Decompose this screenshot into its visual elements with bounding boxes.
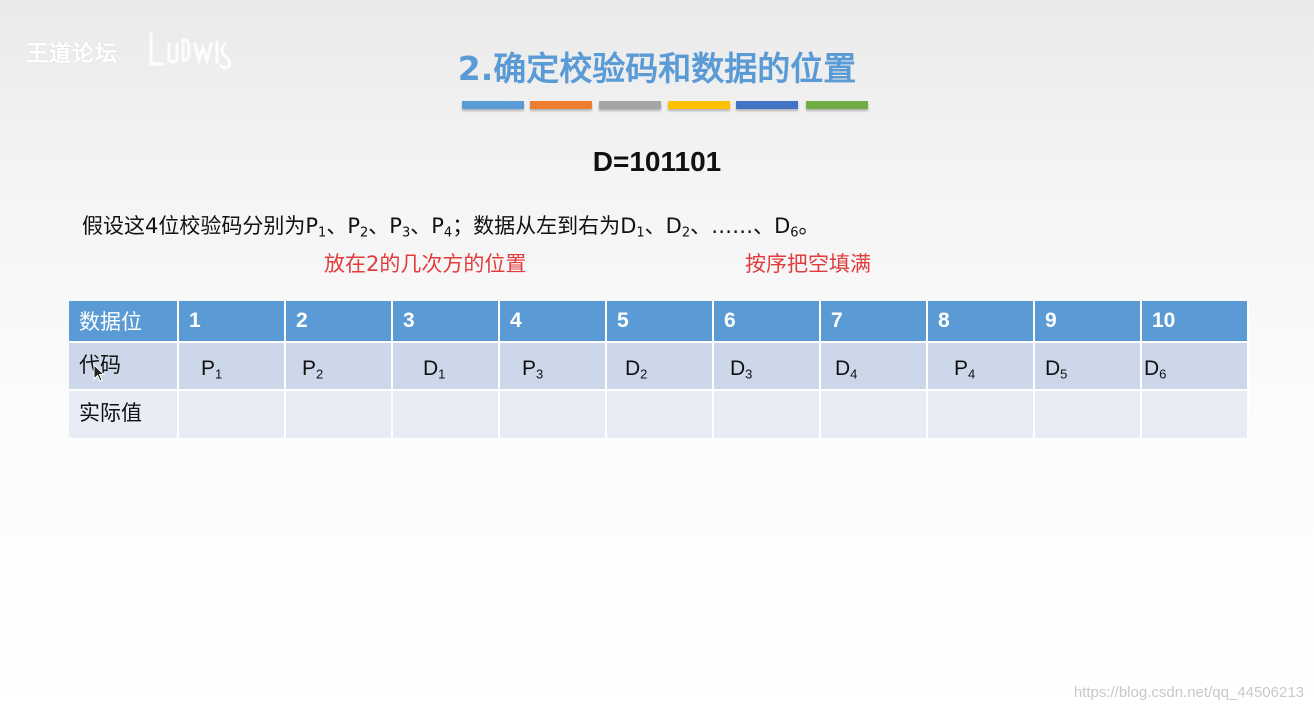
- position-cell: 9: [1034, 301, 1142, 343]
- position-cell: 8: [927, 301, 1035, 343]
- code-letter: D: [423, 356, 439, 380]
- p-letter: P: [347, 214, 360, 238]
- code-cell: D1: [392, 342, 500, 391]
- code-cell: P3: [499, 342, 607, 391]
- code-subscript: 2: [316, 366, 324, 382]
- p-sub: 3: [401, 225, 411, 241]
- value-cell[interactable]: [606, 390, 714, 440]
- separator: 、: [753, 214, 775, 238]
- d-letter: D: [774, 214, 791, 238]
- assumption-text: 假设这4位校验码分别为P1、P2、P3、P4；数据从左到右为D1、D2、……、D…: [82, 210, 820, 240]
- ellipsis: ……: [711, 214, 754, 238]
- position-cell: 5: [606, 301, 714, 343]
- code-subscript: 4: [968, 366, 976, 382]
- value-cell[interactable]: [392, 390, 500, 440]
- note-power-of-two: 放在2的几次方的位置: [324, 252, 527, 276]
- d-sub: 2: [681, 225, 691, 241]
- value-cell[interactable]: [1034, 390, 1142, 440]
- code-letter: P: [302, 356, 317, 380]
- code-cell: D3: [713, 342, 821, 391]
- code-subscript: 6: [1159, 366, 1167, 382]
- value-cell[interactable]: [820, 390, 928, 440]
- code-subscript: 3: [745, 366, 753, 382]
- divider-bar: [462, 101, 524, 109]
- code-letter: D: [835, 356, 851, 380]
- position-cell: 6: [713, 301, 821, 343]
- value-cell[interactable]: [1141, 390, 1249, 440]
- note-fill-in-order: 按序把空填满: [745, 252, 871, 276]
- code-subscript: 1: [438, 366, 446, 382]
- mouse-pointer-icon: [93, 364, 105, 382]
- position-cell: 7: [820, 301, 928, 343]
- separator: 、: [644, 214, 666, 238]
- d-letter: D: [665, 214, 682, 238]
- p-letter: P: [305, 214, 319, 238]
- divider-bar: [530, 101, 592, 109]
- divider-bar: [806, 101, 868, 109]
- divider-bar: [736, 101, 798, 109]
- data-formula: D=101101: [592, 146, 722, 177]
- separator: 、: [410, 214, 432, 238]
- header-label: 数据位: [69, 301, 179, 343]
- code-cell: P2: [285, 342, 393, 391]
- position-cell: 3: [392, 301, 500, 343]
- code-letter: P: [522, 356, 537, 380]
- position-cell: 2: [285, 301, 393, 343]
- value-cell[interactable]: [713, 390, 821, 440]
- code-cell: D4: [820, 342, 928, 391]
- code-letter: D: [625, 356, 641, 380]
- code-subscript: 5: [1060, 366, 1068, 382]
- value-cell[interactable]: [927, 390, 1035, 440]
- table-row-code: 代码 P1 P2 D1 P3 D2 D3 D4 P4 D5 D6: [69, 342, 1249, 391]
- code-cell: D5: [1034, 342, 1142, 391]
- code-cell: D6: [1141, 342, 1249, 391]
- code-letter: D: [1144, 356, 1160, 380]
- p-letter: P: [431, 214, 444, 238]
- d-letter: D: [620, 214, 637, 238]
- assumption-lead: 假设这4位校验码分别为: [82, 214, 306, 238]
- p-letter: P: [389, 214, 402, 238]
- code-subscript: 2: [640, 366, 648, 382]
- position-cell: 10: [1141, 301, 1249, 343]
- separator: 、: [690, 214, 712, 238]
- code-subscript: 3: [536, 366, 544, 382]
- divider-bar: [668, 101, 730, 109]
- code-subscript: 1: [215, 366, 223, 382]
- code-label: 代码: [69, 342, 179, 391]
- code-cell: P1: [178, 342, 286, 391]
- table-row-value: 实际值: [69, 390, 1249, 440]
- p-sub: 4: [443, 225, 453, 241]
- value-cell[interactable]: [499, 390, 607, 440]
- code-letter: P: [201, 356, 216, 380]
- hamming-table: 数据位 1 2 3 4 5 6 7 8 9 10 代码 P1 P2 D1 P3 D2 D3 D4 P4 D5 D6 …: [69, 301, 1249, 440]
- code-cell: P4: [927, 342, 1035, 391]
- d-sub: 1: [636, 225, 645, 241]
- separator: 、: [368, 214, 390, 238]
- position-cell: 1: [178, 301, 286, 343]
- assumption-mid: ；数据从左到右为: [452, 214, 621, 238]
- table-header-row: 数据位 1 2 3 4 5 6 7 8 9 10: [69, 301, 1249, 343]
- value-label: 实际值: [69, 390, 179, 440]
- separator: 、: [326, 214, 348, 238]
- value-cell[interactable]: [285, 390, 393, 440]
- code-letter: D: [1045, 356, 1061, 380]
- position-cell: 4: [499, 301, 607, 343]
- value-cell[interactable]: [178, 390, 286, 440]
- code-cell: D2: [606, 342, 714, 391]
- slide-title: 2.确定校验码和数据的位置: [457, 49, 857, 88]
- divider-bar: [599, 101, 661, 109]
- url-watermark: https://blog.csdn.net/qq_44506213: [1073, 684, 1304, 701]
- assumption-end: 。: [798, 214, 820, 238]
- code-letter: P: [954, 356, 969, 380]
- code-subscript: 4: [850, 366, 858, 382]
- code-letter: D: [730, 356, 746, 380]
- d-sub: 6: [790, 225, 799, 241]
